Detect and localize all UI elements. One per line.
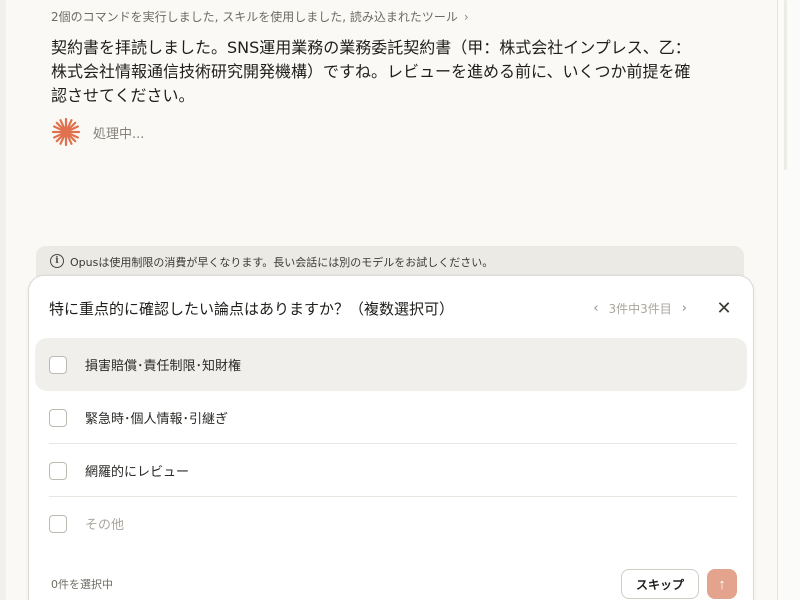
option-item[interactable]: 損害賠償･責任制限･知財権	[35, 338, 747, 391]
option-label: 損害賠償･責任制限･知財権	[85, 359, 242, 374]
processing-label: 処理中...	[93, 126, 145, 142]
question-panel: 特に重点的に確認したい論点はありますか？（複数選択可） ‹ 3件中3件目 › ✕…	[28, 275, 754, 600]
scrollbar-thumb[interactable]	[784, 0, 787, 170]
info-icon: i	[50, 254, 64, 268]
options-list: 損害賠償･責任制限･知財権 緊急時･個人情報･引継ぎ 網羅的にレビュー その他	[35, 338, 747, 550]
option-checkbox[interactable]	[49, 408, 67, 427]
chevron-left-icon[interactable]: ‹	[593, 301, 598, 316]
question-header: 特に重点的に確認したい論点はありますか？（複数選択可） ‹ 3件中3件目 › ✕	[49, 298, 733, 319]
spark-icon	[51, 117, 81, 147]
processing-indicator: 処理中...	[51, 117, 144, 147]
skip-button[interactable]: スキップ	[620, 569, 699, 599]
option-checkbox[interactable]	[49, 461, 67, 480]
left-gutter	[0, 0, 6, 600]
option-checkbox[interactable]	[49, 514, 67, 533]
pager-text: 3件中3件目	[608, 301, 672, 316]
option-label: その他	[85, 518, 125, 533]
question-pager: ‹ 3件中3件目 ›	[593, 300, 687, 317]
tools-summary-toggle[interactable]: 2個のコマンドを実行しました, スキルを使用しました, 読み込まれたツール ›	[51, 8, 469, 25]
selected-count: 0件を選択中	[51, 578, 113, 591]
option-label: 網羅的にレビュー	[85, 465, 190, 480]
option-item[interactable]: 緊急時･個人情報･引継ぎ	[35, 391, 747, 444]
submit-button[interactable]: ↑	[707, 569, 737, 599]
scrollbar-track[interactable]	[777, 0, 800, 600]
assistant-message: 契約書を拝読しました。SNS運用業務の業務委託契約書（甲：株式会社インプレス、乙…	[51, 38, 691, 105]
tools-summary-text: 2個のコマンドを実行しました, スキルを使用しました, 読み込まれたツール	[51, 10, 458, 24]
question-footer: 0件を選択中 スキップ ↑	[51, 568, 737, 600]
usage-notice-text: Opusは使用制限の消費が早くなります。長い会話には別のモデルをお試しください。	[70, 256, 494, 269]
option-checkbox[interactable]	[49, 355, 67, 374]
option-label: 緊急時･個人情報･引継ぎ	[85, 412, 229, 427]
chevron-right-icon: ›	[463, 9, 469, 24]
option-item[interactable]: 網羅的にレビュー	[35, 444, 747, 497]
chevron-right-icon[interactable]: ›	[682, 301, 687, 316]
arrow-up-icon: ↑	[718, 575, 726, 593]
chat-page: 2個のコマンドを実行しました, スキルを使用しました, 読み込まれたツール › …	[0, 0, 800, 600]
question-text: 特に重点的に確認したい論点はありますか？（複数選択可）	[49, 299, 455, 318]
close-icon[interactable]: ✕	[715, 298, 733, 319]
option-item-other[interactable]: その他	[35, 497, 747, 550]
